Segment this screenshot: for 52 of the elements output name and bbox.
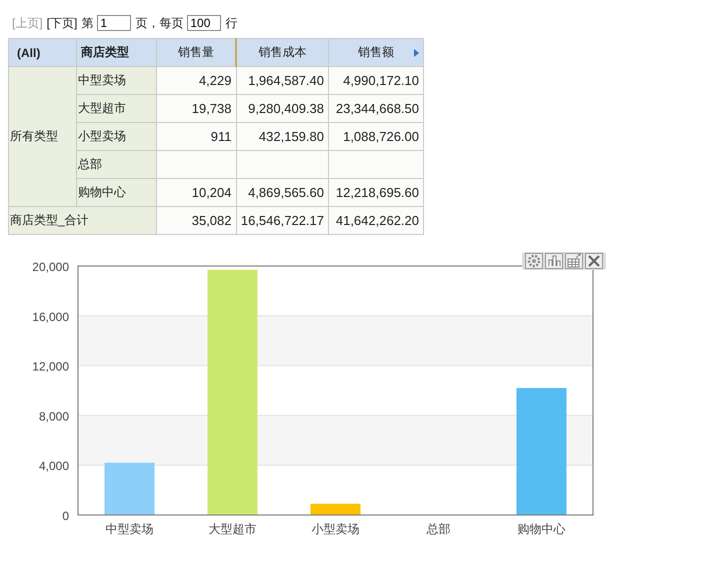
x-category-label: 购物中心 — [518, 522, 566, 536]
table-cell: 1,088,726.00 — [328, 122, 424, 150]
y-tick-label: 0 — [62, 509, 69, 523]
table-cell: 10,204 — [156, 178, 236, 206]
row-group-header: 所有类型 — [8, 66, 76, 206]
column-header[interactable]: 销售成本 — [236, 38, 328, 66]
table-cell: 12,218,695.60 — [328, 178, 424, 206]
table-cell: 41,642,262.20 — [328, 206, 424, 234]
total-row-header: 商店类型_合计 — [8, 206, 156, 234]
rows-label: 行 — [225, 14, 238, 32]
table-cell: 911 — [156, 122, 236, 150]
table-cell: 432,159.80 — [236, 122, 328, 150]
table-cell: 16,546,722.17 — [236, 206, 328, 234]
page-label: 第 — [81, 14, 94, 32]
table-cell: 4,229 — [156, 66, 236, 94]
row-header: 中型卖场 — [76, 66, 156, 94]
close-icon[interactable] — [585, 253, 603, 269]
column-header[interactable]: 商店类型 — [76, 38, 156, 66]
table-cell: 1,964,587.40 — [236, 66, 328, 94]
table-cell: 4,869,565.60 — [236, 178, 328, 206]
rows-per-page-field[interactable]: 100 — [187, 15, 222, 31]
x-category-label: 中型卖场 — [106, 522, 154, 536]
row-header: 大型超市 — [76, 94, 156, 122]
per-page-label: 页，每页 — [135, 14, 184, 32]
column-header[interactable]: 销售额 — [328, 38, 424, 66]
expand-arrow-icon[interactable] — [414, 49, 419, 57]
table-cell: 9,280,409.38 — [236, 94, 328, 122]
y-tick-label: 16,000 — [32, 310, 69, 324]
row-header: 购物中心 — [76, 178, 156, 206]
x-category-label: 大型超市 — [208, 522, 256, 536]
previous-page-link: [上页] — [12, 14, 43, 32]
y-tick-label: 8,000 — [38, 409, 69, 424]
row-header: 总部 — [76, 150, 156, 178]
table-export-icon[interactable] — [565, 253, 583, 269]
table-cell: 35,082 — [156, 206, 236, 234]
settings-icon[interactable] — [525, 253, 543, 269]
next-page-link[interactable]: [下页] — [46, 14, 78, 32]
y-tick-label: 4,000 — [38, 459, 69, 474]
column-header[interactable]: 销售量 — [156, 38, 236, 66]
table-cell: 23,344,668.50 — [328, 94, 424, 122]
all-filter-header[interactable]: (All) — [8, 38, 76, 66]
y-tick-label: 20,000 — [32, 260, 69, 274]
table-cell: 19,738 — [156, 94, 236, 122]
table-cell: 4,990,172.10 — [328, 66, 424, 94]
bar — [310, 504, 360, 515]
page-number-field[interactable]: 1 — [97, 15, 132, 31]
bar — [104, 462, 154, 515]
bar-chart-icon[interactable] — [545, 253, 563, 269]
row-header: 小型卖场 — [76, 122, 156, 150]
y-tick-label: 12,000 — [32, 360, 69, 374]
x-category-label: 小型卖场 — [312, 522, 360, 536]
x-category-label: 总部 — [426, 522, 450, 536]
